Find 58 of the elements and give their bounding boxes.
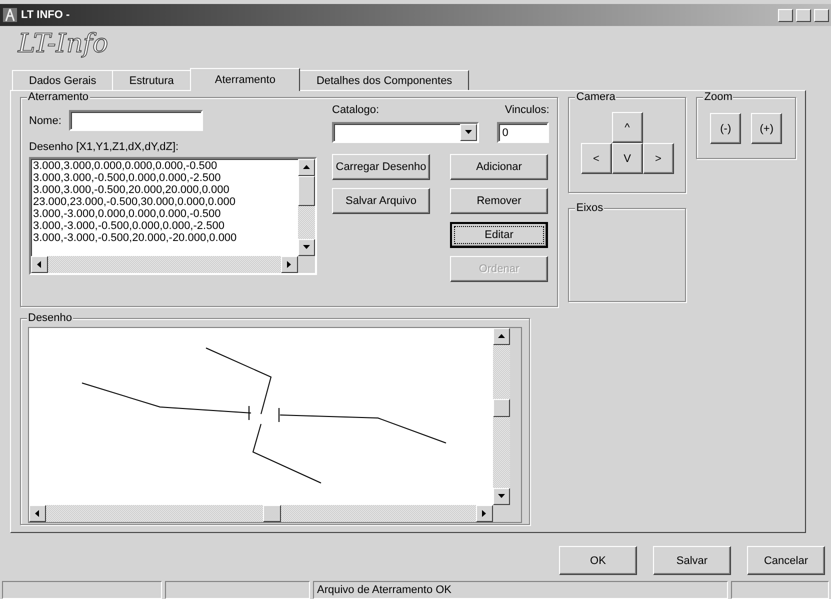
list-item[interactable]: 23.000,23.000,-0.500,30.000,0.000,0.000 — [33, 196, 296, 208]
group-title: Zoom — [703, 91, 734, 103]
scroll-arrow-button[interactable] — [298, 239, 315, 256]
group-title: Desenho — [27, 312, 74, 324]
triangle-icon — [33, 509, 42, 518]
action-button[interactable]: Salvar Arquivo — [332, 188, 430, 214]
tab[interactable]: Detalhes dos Componentes — [299, 70, 470, 90]
camera-button[interactable]: ^ — [612, 112, 643, 143]
status-message: Arquivo de Aterramento OK — [313, 581, 728, 599]
scroll-thumb[interactable] — [262, 505, 281, 522]
app-logo: LT-Info — [18, 28, 108, 61]
action-button[interactable]: Editar — [450, 222, 548, 248]
camera-button[interactable]: V — [612, 143, 643, 174]
app-icon — [2, 7, 18, 23]
tab[interactable]: Aterramento — [190, 68, 300, 91]
coordinates-list[interactable] — [29, 157, 317, 275]
scrollbar-corner — [298, 256, 315, 273]
dialog-button[interactable]: Cancelar — [747, 546, 825, 575]
field-label: Catalogo: — [332, 104, 380, 116]
scroll-arrow-button[interactable] — [31, 256, 48, 273]
list-item[interactable]: 3.000,3.000,0.000,0.000,0.000,-0.500 — [33, 160, 296, 172]
group-title: Aterramento — [27, 91, 90, 103]
scroll-arrow-button[interactable] — [29, 505, 46, 522]
zoom-button[interactable]: (-) — [710, 113, 742, 144]
scroll-arrow-button[interactable] — [476, 505, 493, 522]
field-label: Vinculos: — [504, 104, 550, 116]
scroll-thumb[interactable] — [493, 399, 510, 418]
camera-button[interactable]: < — [580, 143, 612, 174]
scroll-arrow-button[interactable] — [298, 159, 315, 176]
group-title: Camera — [575, 91, 616, 103]
field-label: Nome: — [29, 114, 62, 126]
list-item[interactable]: 3.000,-3.000,-0.500,0.000,0.000,-2.500 — [33, 220, 296, 232]
list-item[interactable]: 3.000,3.000,-0.500,0.000,0.000,-2.500 — [33, 172, 296, 184]
list-item[interactable]: 3.000,-3.000,0.000,0.000,0.000,-0.500 — [33, 208, 296, 220]
scroll-arrow-button[interactable] — [493, 488, 510, 505]
triangle-icon — [35, 260, 44, 269]
scroll-arrow-button[interactable] — [493, 328, 510, 345]
camera-button[interactable]: > — [642, 143, 674, 174]
list-item[interactable]: 3.000,3.000,-0.500,20.000,20.000,0.000 — [33, 184, 296, 196]
scroll-thumb[interactable] — [298, 176, 315, 206]
dialog-button[interactable]: Salvar — [653, 546, 731, 575]
vinculos-field[interactable]: 0 — [497, 122, 550, 143]
action-button[interactable]: Adicionar — [450, 154, 548, 180]
zoom-button[interactable]: (+) — [751, 113, 782, 144]
window-title: LT INFO - — [21, 9, 70, 21]
dialog-button[interactable]: OK — [559, 546, 637, 575]
tab[interactable]: Estrutura — [112, 70, 191, 90]
scroll-arrow-button[interactable] — [281, 256, 298, 273]
tab[interactable]: Dados Gerais — [12, 70, 114, 90]
triangle-icon — [497, 332, 506, 341]
field-label: Desenho [X1,Y1,Z1,dX,dY,dZ]: — [29, 141, 180, 153]
list-item[interactable]: 3.000,-3.000,-0.500,20.000,-20.000,0.000 — [33, 232, 296, 244]
name-field[interactable] — [69, 110, 204, 131]
action-button[interactable]: Remover — [450, 188, 548, 214]
action-button[interactable]: Carregar Desenho — [332, 154, 430, 180]
catalog-dropdown[interactable] — [332, 122, 479, 143]
triangle-icon — [302, 163, 311, 172]
group-title: Eixos — [575, 202, 604, 214]
